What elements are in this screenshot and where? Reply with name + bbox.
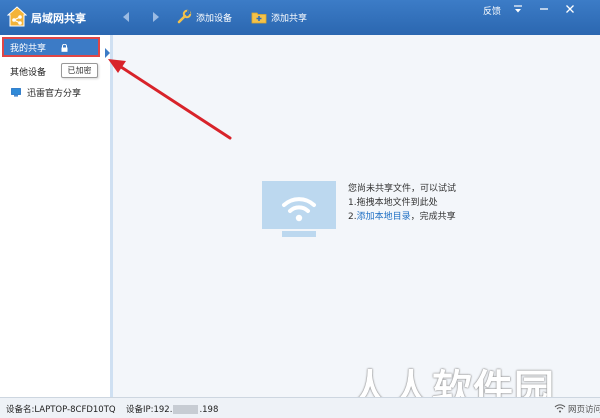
minimize-button[interactable]	[536, 3, 552, 15]
chevron-right-icon	[153, 12, 159, 22]
empty-hint-step1: 1.拖拽本地文件到此处	[348, 198, 438, 208]
step2-prefix: 2.	[348, 212, 357, 222]
ip-redaction	[173, 405, 199, 414]
close-button[interactable]	[562, 3, 578, 15]
status-bar: 设备名:LAPTOP-8CFD10TQ 设备IP:192. .198 网页访问地址	[0, 397, 600, 418]
wrench-icon	[177, 9, 192, 24]
add-share-label: 添加共享	[271, 13, 308, 24]
device-label: 迅雷官方分享	[27, 89, 82, 99]
add-share-button[interactable]: 添加共享	[251, 7, 307, 27]
sidebar: 我的共享 其他设备 已加密 迅雷官方分享	[0, 35, 112, 397]
monitor-icon	[11, 88, 21, 97]
step2-suffix: ，完成共享	[410, 212, 456, 222]
title-bar: 局域网共享 添加设备 添加共享 反馈	[0, 0, 600, 35]
back-button[interactable]	[119, 10, 133, 24]
empty-hint-title: 您尚未共享文件，可以试试	[348, 184, 457, 194]
feedback-link[interactable]: 反馈	[483, 4, 501, 17]
lock-icon	[61, 44, 68, 52]
app-title: 局域网共享	[31, 12, 86, 25]
add-local-dir-link[interactable]: 添加本地目录	[357, 212, 411, 222]
ip-suffix: .198	[199, 405, 219, 415]
folder-plus-icon	[251, 12, 267, 24]
wifi-icon	[554, 404, 566, 413]
add-device-button[interactable]: 添加设备	[176, 7, 232, 27]
chevron-left-icon	[123, 12, 129, 22]
menu-dropdown-icon	[514, 5, 522, 13]
empty-state-text: 您尚未共享文件，可以试试 1.拖拽本地文件到此处 2.添加本地目录，完成共享	[348, 182, 456, 224]
minimize-icon	[540, 8, 548, 10]
sidebar-item-my-share[interactable]: 我的共享	[2, 37, 100, 57]
ip-prefix: 设备IP:192.	[126, 405, 173, 415]
web-access-link[interactable]: 网页访问地址	[568, 403, 600, 415]
device-ip-status: 设备IP:192. .198	[126, 403, 218, 415]
menu-button[interactable]	[510, 3, 526, 15]
home-share-icon	[7, 6, 27, 27]
sidebar-item-device[interactable]: 迅雷官方分享	[11, 86, 81, 99]
wifi-monitor-icon	[262, 181, 336, 237]
other-devices-heading: 其他设备	[10, 68, 47, 78]
add-device-label: 添加设备	[196, 13, 233, 24]
close-icon	[566, 5, 574, 13]
my-share-label: 我的共享	[10, 43, 47, 54]
sidebar-divider	[110, 35, 113, 397]
empty-hint-step2: 2.添加本地目录，完成共享	[348, 210, 456, 224]
encrypted-tooltip: 已加密	[61, 63, 98, 78]
device-name-status: 设备名:LAPTOP-8CFD10TQ	[6, 405, 116, 415]
forward-button[interactable]	[149, 10, 163, 24]
